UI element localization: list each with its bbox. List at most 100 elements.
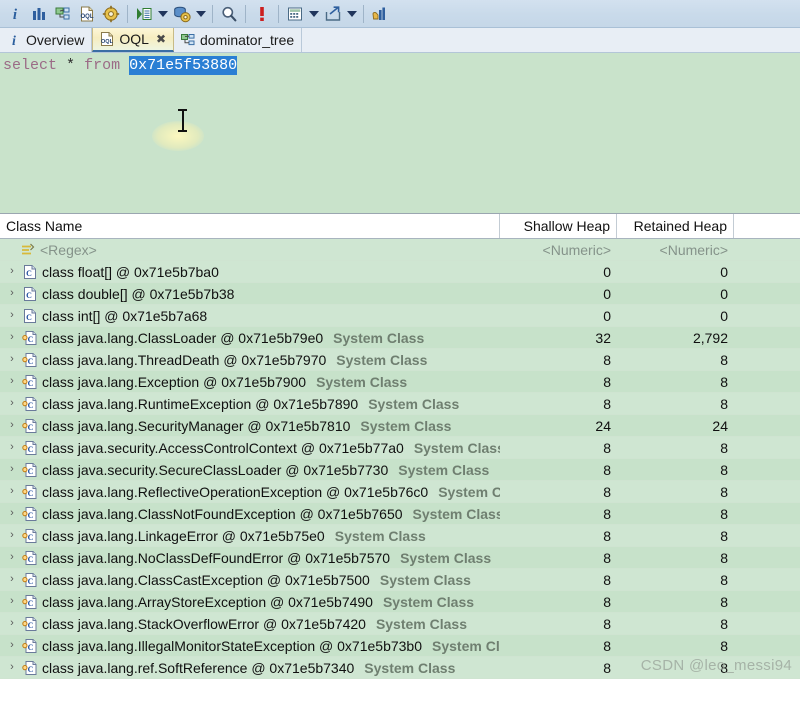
- expand-chevron-icon[interactable]: ›: [6, 332, 18, 343]
- separator-4: [278, 4, 279, 23]
- table-row[interactable]: › Cclass java.lang.ReflectiveOperationExc…: [0, 481, 800, 503]
- star-operator: *: [66, 57, 76, 74]
- table-row[interactable]: › Cclass java.lang.ClassCastException @ 0…: [0, 569, 800, 591]
- oql-query-editor[interactable]: select * from 0x71e5f53880: [0, 53, 800, 213]
- oql-icon[interactable]: OQL: [75, 2, 99, 26]
- table-row[interactable]: › Cclass java.lang.ThreadDeath @ 0x71e5b7…: [0, 349, 800, 371]
- cell-class-name[interactable]: › Cclass java.lang.SecurityManager @ 0x71…: [0, 415, 500, 436]
- svg-text:i: i: [13, 7, 18, 23]
- heap-dump-tools-icon[interactable]: [170, 2, 194, 26]
- column-header-retained-heap[interactable]: Retained Heap: [617, 214, 734, 238]
- class-name-text: class int[] @ 0x71e5b7a68: [42, 307, 208, 324]
- class-name-text: class java.lang.LinkageError @ 0x71e5b75…: [42, 527, 325, 544]
- table-filter-row[interactable]: <Regex> <Numeric> <Numeric>: [0, 239, 800, 261]
- filter-cell-shallow[interactable]: <Numeric>: [500, 239, 617, 260]
- table-row[interactable]: › Cclass float[] @ 0x71e5b7ba0 0 0: [0, 261, 800, 283]
- tab-overview[interactable]: i Overview: [0, 28, 93, 52]
- dominator-tree-icon[interactable]: [51, 2, 75, 26]
- export-dropdown-icon[interactable]: [345, 2, 359, 26]
- export-icon[interactable]: [321, 2, 345, 26]
- table-row[interactable]: › Cclass java.lang.LinkageError @ 0x71e5b…: [0, 525, 800, 547]
- settings-gear-icon[interactable]: [99, 2, 123, 26]
- class-name-text: class java.lang.RuntimeException @ 0x71e…: [42, 395, 359, 412]
- cell-class-name[interactable]: › Cclass java.lang.RuntimeException @ 0x7…: [0, 393, 500, 414]
- cell-class-name[interactable]: › Cclass java.security.AccessControlConte…: [0, 437, 500, 458]
- heap-dump-tools-dropdown-icon[interactable]: [194, 2, 208, 26]
- table-row[interactable]: › Cclass java.lang.ArrayStoreException @ …: [0, 591, 800, 613]
- table-row[interactable]: › Cclass java.lang.StackOverflowError @ 0…: [0, 613, 800, 635]
- table-row[interactable]: › Cclass java.lang.ref.SoftReference @ 0x…: [0, 657, 800, 679]
- error-icon[interactable]: [250, 2, 274, 26]
- calculate-dropdown-icon[interactable]: [307, 2, 321, 26]
- overview-info-icon[interactable]: i: [3, 2, 27, 26]
- expand-chevron-icon[interactable]: ›: [6, 662, 18, 673]
- expand-chevron-icon[interactable]: ›: [6, 398, 18, 409]
- expand-chevron-icon[interactable]: ›: [6, 640, 18, 651]
- table-row[interactable]: › Cclass java.security.AccessControlConte…: [0, 437, 800, 459]
- run-query-dropdown-icon[interactable]: [156, 2, 170, 26]
- search-icon[interactable]: [217, 2, 241, 26]
- cell-class-name[interactable]: › Cclass java.lang.ReflectiveOperationExc…: [0, 481, 500, 502]
- table-row[interactable]: › Cclass java.lang.Exception @ 0x71e5b790…: [0, 371, 800, 393]
- cell-class-name[interactable]: › Cclass java.lang.IllegalMonitorStateExc…: [0, 635, 500, 656]
- column-header-shallow-heap[interactable]: Shallow Heap: [500, 214, 617, 238]
- open-report-icon[interactable]: [368, 2, 392, 26]
- cell-class-name[interactable]: › Cclass double[] @ 0x71e5b7b38: [0, 283, 500, 304]
- cell-class-name[interactable]: › Cclass java.lang.ClassCastException @ 0…: [0, 569, 500, 590]
- expand-chevron-icon[interactable]: ›: [6, 354, 18, 365]
- expand-chevron-icon[interactable]: ›: [6, 464, 18, 475]
- oql-query-text[interactable]: select * from 0x71e5f53880: [3, 56, 238, 75]
- cell-class-name[interactable]: › Cclass java.security.SecureClassLoader …: [0, 459, 500, 480]
- table-row[interactable]: › Cclass java.lang.IllegalMonitorStateExc…: [0, 635, 800, 657]
- histogram-icon[interactable]: [27, 2, 51, 26]
- table-row[interactable]: › Cclass java.lang.ClassNotFoundException…: [0, 503, 800, 525]
- table-row[interactable]: › Cclass java.lang.NoClassDefFoundError @…: [0, 547, 800, 569]
- table-row[interactable]: › Cclass java.security.SecureClassLoader …: [0, 459, 800, 481]
- expand-chevron-icon[interactable]: ›: [6, 508, 18, 519]
- cell-class-name[interactable]: › Cclass int[] @ 0x71e5b7a68: [0, 305, 500, 326]
- svg-text:C: C: [28, 379, 34, 388]
- table-row[interactable]: › Cclass int[] @ 0x71e5b7a68 0 0: [0, 305, 800, 327]
- run-query-icon[interactable]: [132, 2, 156, 26]
- expand-chevron-icon[interactable]: ›: [6, 574, 18, 585]
- expand-chevron-icon[interactable]: ›: [6, 530, 18, 541]
- expand-chevron-icon[interactable]: ›: [6, 376, 18, 387]
- tab-dominator-tree[interactable]: dominator_tree: [174, 28, 303, 52]
- filter-cell-retained[interactable]: <Numeric>: [617, 239, 734, 260]
- table-row[interactable]: › Cclass java.lang.SecurityManager @ 0x71…: [0, 415, 800, 437]
- cell-class-name[interactable]: › Cclass java.lang.StackOverflowError @ 0…: [0, 613, 500, 634]
- calculate-icon[interactable]: [283, 2, 307, 26]
- cell-class-name[interactable]: › Cclass java.lang.ArrayStoreException @ …: [0, 591, 500, 612]
- expand-chevron-icon[interactable]: ›: [6, 442, 18, 453]
- expand-chevron-icon[interactable]: ›: [6, 288, 18, 299]
- expand-chevron-icon[interactable]: ›: [6, 552, 18, 563]
- expand-chevron-icon[interactable]: ›: [6, 420, 18, 431]
- cell-class-name[interactable]: › Cclass java.lang.NoClassDefFoundError @…: [0, 547, 500, 568]
- system-class-icon: C: [22, 352, 38, 368]
- expand-chevron-icon[interactable]: ›: [6, 266, 18, 277]
- tree-icon: [180, 32, 196, 48]
- cell-class-name[interactable]: › Cclass java.lang.ThreadDeath @ 0x71e5b7…: [0, 349, 500, 370]
- cell-class-name[interactable]: › Cclass java.lang.LinkageError @ 0x71e5b…: [0, 525, 500, 546]
- column-header-class-name[interactable]: Class Name: [0, 214, 500, 238]
- class-name-text: class java.lang.ArrayStoreException @ 0x…: [42, 593, 373, 610]
- cell-class-name[interactable]: › Cclass java.lang.ref.SoftReference @ 0x…: [0, 657, 500, 678]
- table-row[interactable]: › Cclass java.lang.RuntimeException @ 0x7…: [0, 393, 800, 415]
- filter-cell-class-name[interactable]: <Regex>: [0, 239, 500, 260]
- svg-text:C: C: [28, 467, 34, 476]
- expand-chevron-icon[interactable]: ›: [6, 310, 18, 321]
- selected-object-address[interactable]: 0x71e5f53880: [129, 56, 238, 75]
- expand-chevron-icon[interactable]: ›: [6, 486, 18, 497]
- cell-class-name[interactable]: › Cclass java.lang.Exception @ 0x71e5b790…: [0, 371, 500, 392]
- expand-chevron-icon[interactable]: ›: [6, 618, 18, 629]
- cell-retained-heap: 8: [720, 527, 728, 544]
- tab-oql[interactable]: OQL OQL ✖: [92, 28, 174, 52]
- cell-retained-heap: 8: [720, 637, 728, 654]
- table-row[interactable]: › Cclass java.lang.ClassLoader @ 0x71e5b7…: [0, 327, 800, 349]
- cell-class-name[interactable]: › Cclass java.lang.ClassNotFoundException…: [0, 503, 500, 524]
- cell-class-name[interactable]: › Cclass float[] @ 0x71e5b7ba0: [0, 261, 500, 282]
- table-row[interactable]: › Cclass double[] @ 0x71e5b7b38 0 0: [0, 283, 800, 305]
- cell-class-name[interactable]: › Cclass java.lang.ClassLoader @ 0x71e5b7…: [0, 327, 500, 348]
- close-icon[interactable]: ✖: [156, 33, 166, 45]
- expand-chevron-icon[interactable]: ›: [6, 596, 18, 607]
